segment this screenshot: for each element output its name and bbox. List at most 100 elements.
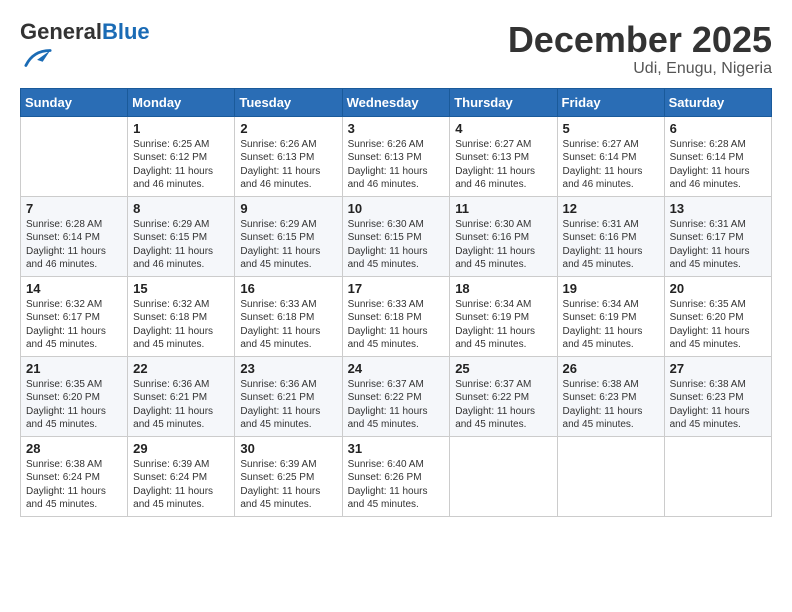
day-info: Sunrise: 6:33 AMSunset: 6:18 PMDaylight:… (348, 298, 445, 352)
weekday-header-row: SundayMondayTuesdayWednesdayThursdayFrid… (21, 88, 772, 116)
calendar-cell (21, 116, 128, 196)
logo: GeneralBlue (20, 20, 150, 77)
month-title: December 2025 (508, 20, 772, 60)
day-info: Sunrise: 6:31 AMSunset: 6:17 PMDaylight:… (670, 218, 766, 272)
day-info: Sunrise: 6:40 AMSunset: 6:26 PMDaylight:… (348, 458, 445, 512)
weekday-header-sunday: Sunday (21, 88, 128, 116)
day-info: Sunrise: 6:30 AMSunset: 6:15 PMDaylight:… (348, 218, 445, 272)
day-info: Sunrise: 6:27 AMSunset: 6:13 PMDaylight:… (455, 138, 551, 192)
day-number: 15 (133, 281, 229, 296)
day-number: 25 (455, 361, 551, 376)
day-info: Sunrise: 6:34 AMSunset: 6:19 PMDaylight:… (563, 298, 659, 352)
day-number: 7 (26, 201, 122, 216)
calendar-cell: 31 Sunrise: 6:40 AMSunset: 6:26 PMDayligh… (342, 436, 450, 516)
calendar-cell (557, 436, 664, 516)
location: Udi, Enugu, Nigeria (508, 60, 772, 78)
day-info: Sunrise: 6:33 AMSunset: 6:18 PMDaylight:… (240, 298, 336, 352)
week-row-2: 7 Sunrise: 6:28 AMSunset: 6:14 PMDaylight… (21, 196, 772, 276)
day-number: 13 (670, 201, 766, 216)
calendar-cell: 23 Sunrise: 6:36 AMSunset: 6:21 PMDayligh… (235, 356, 342, 436)
calendar-cell: 3Sunrise: 6:26 AMSunset: 6:13 PMDaylight… (342, 116, 450, 196)
calendar-cell: 7 Sunrise: 6:28 AMSunset: 6:14 PMDaylight… (21, 196, 128, 276)
week-row-5: 28Sunrise: 6:38 AMSunset: 6:24 PMDayligh… (21, 436, 772, 516)
day-number: 1 (133, 121, 229, 136)
day-number: 4 (455, 121, 551, 136)
day-info: Sunrise: 6:28 AMSunset: 6:14 PMDaylight:… (26, 218, 122, 272)
calendar-cell: 2 Sunrise: 6:26 AMSunset: 6:13 PMDaylight… (235, 116, 342, 196)
calendar-cell: 1 Sunrise: 6:25 AMSunset: 6:12 PMDaylight… (128, 116, 235, 196)
calendar-cell: 30Sunrise: 6:39 AMSunset: 6:25 PMDayligh… (235, 436, 342, 516)
weekday-header-tuesday: Tuesday (235, 88, 342, 116)
day-number: 29 (133, 441, 229, 456)
day-info: Sunrise: 6:35 AMSunset: 6:20 PMDaylight:… (670, 298, 766, 352)
calendar-cell: 10 Sunrise: 6:30 AMSunset: 6:15 PMDayligh… (342, 196, 450, 276)
title-block: December 2025 Udi, Enugu, Nigeria (508, 20, 772, 78)
calendar-cell: 25 Sunrise: 6:37 AMSunset: 6:22 PMDayligh… (450, 356, 557, 436)
weekday-header-monday: Monday (128, 88, 235, 116)
weekday-header-wednesday: Wednesday (342, 88, 450, 116)
day-info: Sunrise: 6:35 AMSunset: 6:20 PMDaylight:… (26, 378, 122, 432)
calendar-cell: 16 Sunrise: 6:33 AMSunset: 6:18 PMDayligh… (235, 276, 342, 356)
logo-icon (24, 44, 52, 72)
page-header: GeneralBlue December 2025 Udi, Enugu, Ni… (20, 20, 772, 78)
calendar-cell: 11 Sunrise: 6:30 AMSunset: 6:16 PMDayligh… (450, 196, 557, 276)
day-info: Sunrise: 6:29 AMSunset: 6:15 PMDaylight:… (133, 218, 229, 272)
calendar-cell: 8 Sunrise: 6:29 AMSunset: 6:15 PMDaylight… (128, 196, 235, 276)
weekday-header-friday: Friday (557, 88, 664, 116)
week-row-3: 14Sunrise: 6:32 AMSunset: 6:17 PMDayligh… (21, 276, 772, 356)
calendar-cell (664, 436, 771, 516)
day-number: 23 (240, 361, 336, 376)
week-row-4: 21 Sunrise: 6:35 AMSunset: 6:20 PMDayligh… (21, 356, 772, 436)
calendar-cell: 22Sunrise: 6:36 AMSunset: 6:21 PMDayligh… (128, 356, 235, 436)
day-info: Sunrise: 6:37 AMSunset: 6:22 PMDaylight:… (348, 378, 445, 432)
day-info: Sunrise: 6:25 AMSunset: 6:12 PMDaylight:… (133, 138, 229, 192)
calendar-cell: 15Sunrise: 6:32 AMSunset: 6:18 PMDayligh… (128, 276, 235, 356)
logo-blue-text: Blue (102, 19, 150, 44)
day-number: 9 (240, 201, 336, 216)
day-number: 2 (240, 121, 336, 136)
day-info: Sunrise: 6:28 AMSunset: 6:14 PMDaylight:… (670, 138, 766, 192)
day-number: 16 (240, 281, 336, 296)
day-number: 24 (348, 361, 445, 376)
day-number: 17 (348, 281, 445, 296)
day-info: Sunrise: 6:38 AMSunset: 6:24 PMDaylight:… (26, 458, 122, 512)
day-number: 30 (240, 441, 336, 456)
calendar-cell: 4 Sunrise: 6:27 AMSunset: 6:13 PMDaylight… (450, 116, 557, 196)
day-info: Sunrise: 6:32 AMSunset: 6:17 PMDaylight:… (26, 298, 122, 352)
day-number: 22 (133, 361, 229, 376)
calendar-cell: 20 Sunrise: 6:35 AMSunset: 6:20 PMDayligh… (664, 276, 771, 356)
calendar-cell: 14Sunrise: 6:32 AMSunset: 6:17 PMDayligh… (21, 276, 128, 356)
calendar-cell: 6 Sunrise: 6:28 AMSunset: 6:14 PMDaylight… (664, 116, 771, 196)
day-number: 18 (455, 281, 551, 296)
day-info: Sunrise: 6:38 AMSunset: 6:23 PMDaylight:… (563, 378, 659, 432)
calendar-cell: 28Sunrise: 6:38 AMSunset: 6:24 PMDayligh… (21, 436, 128, 516)
day-number: 11 (455, 201, 551, 216)
day-info: Sunrise: 6:36 AMSunset: 6:21 PMDaylight:… (240, 378, 336, 432)
weekday-header-saturday: Saturday (664, 88, 771, 116)
calendar-cell: 26 Sunrise: 6:38 AMSunset: 6:23 PMDayligh… (557, 356, 664, 436)
calendar-cell: 17 Sunrise: 6:33 AMSunset: 6:18 PMDayligh… (342, 276, 450, 356)
logo-general-text: General (20, 19, 102, 44)
day-number: 26 (563, 361, 659, 376)
day-number: 19 (563, 281, 659, 296)
day-number: 21 (26, 361, 122, 376)
calendar-cell: 27Sunrise: 6:38 AMSunset: 6:23 PMDayligh… (664, 356, 771, 436)
day-number: 6 (670, 121, 766, 136)
day-number: 20 (670, 281, 766, 296)
calendar-cell: 13 Sunrise: 6:31 AMSunset: 6:17 PMDayligh… (664, 196, 771, 276)
day-number: 8 (133, 201, 229, 216)
day-info: Sunrise: 6:30 AMSunset: 6:16 PMDaylight:… (455, 218, 551, 272)
weekday-header-thursday: Thursday (450, 88, 557, 116)
calendar-cell: 21 Sunrise: 6:35 AMSunset: 6:20 PMDayligh… (21, 356, 128, 436)
day-info: Sunrise: 6:27 AMSunset: 6:14 PMDaylight:… (563, 138, 659, 192)
day-info: Sunrise: 6:26 AMSunset: 6:13 PMDaylight:… (240, 138, 336, 192)
week-row-1: 1 Sunrise: 6:25 AMSunset: 6:12 PMDaylight… (21, 116, 772, 196)
day-info: Sunrise: 6:37 AMSunset: 6:22 PMDaylight:… (455, 378, 551, 432)
day-info: Sunrise: 6:39 AMSunset: 6:24 PMDaylight:… (133, 458, 229, 512)
day-number: 27 (670, 361, 766, 376)
day-number: 31 (348, 441, 445, 456)
day-number: 5 (563, 121, 659, 136)
day-number: 12 (563, 201, 659, 216)
day-info: Sunrise: 6:26 AMSunset: 6:13 PMDaylight:… (348, 138, 445, 192)
day-number: 10 (348, 201, 445, 216)
